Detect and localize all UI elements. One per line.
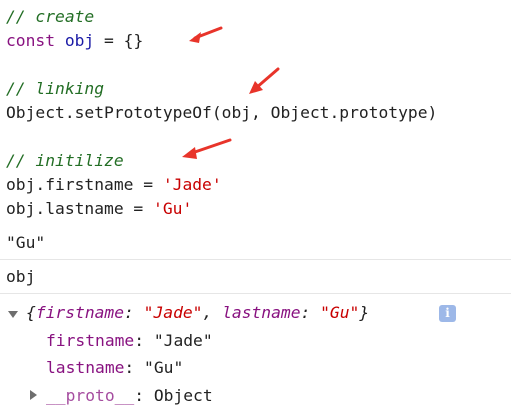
- string-jade: 'Jade': [162, 175, 222, 194]
- summary-comma: ,: [202, 303, 223, 322]
- red-annotation-arrow-icon: [182, 138, 232, 159]
- summary-key-firstname: firstname: [35, 303, 125, 322]
- summary-sep: :: [124, 303, 144, 322]
- var-obj: obj: [64, 31, 95, 50]
- code-line-lastname: obj.lastname = 'Gu': [6, 199, 192, 219]
- summary-value-gu: "Gu": [320, 303, 360, 322]
- expand-triangle-icon[interactable]: [8, 311, 18, 318]
- code-line-const: const obj = {}: [6, 31, 143, 51]
- string-gu: 'Gu': [153, 199, 193, 218]
- prop-row-lastname: lastname: "Gu": [46, 358, 183, 378]
- prop-sep: :: [134, 331, 154, 350]
- summary-value-jade: "Jade": [143, 303, 203, 322]
- proto-value: Object: [153, 386, 213, 405]
- keyword-const: const: [6, 31, 56, 50]
- prop-value: "Jade": [153, 331, 213, 350]
- prop-key: firstname: [46, 331, 135, 350]
- console-input: obj: [6, 267, 36, 286]
- prop-sep: :: [124, 358, 145, 377]
- prop-sep: :: [134, 386, 154, 405]
- object-summary[interactable]: {firstname: "Jade", lastname: "Gu"}: [26, 303, 369, 323]
- red-annotation-arrow-icon: [189, 26, 223, 43]
- assign-empty-object: = {}: [94, 31, 144, 50]
- prop-key: lastname: [46, 358, 125, 377]
- code-line-firstname: obj.firstname = 'Jade': [6, 175, 222, 195]
- info-icon[interactable]: i: [439, 305, 456, 322]
- comment-linking: // linking: [6, 79, 105, 98]
- brace-open: {: [26, 303, 36, 322]
- prop-row-firstname: firstname: "Jade": [46, 331, 213, 351]
- summary-sep: :: [300, 303, 321, 322]
- proto-key: __proto__: [46, 386, 135, 405]
- prop-row-proto[interactable]: __proto__: Object: [46, 386, 213, 406]
- console-divider: [0, 259, 511, 260]
- code-line-setprototype: Object.setPrototypeOf(obj, Object.protot…: [6, 103, 438, 122]
- collapse-triangle-icon[interactable]: [30, 390, 37, 400]
- summary-key-lastname: lastname: [222, 303, 301, 322]
- red-annotation-arrow-icon: [249, 67, 280, 94]
- console-result: "Gu": [6, 233, 46, 252]
- assign-firstname: obj.firstname =: [6, 175, 163, 194]
- brace-close: }: [359, 303, 370, 322]
- assign-lastname: obj.lastname =: [6, 199, 154, 218]
- comment-create: // create: [6, 7, 95, 26]
- prop-value: "Gu": [144, 358, 184, 377]
- console-divider-2: [0, 293, 511, 294]
- comment-initilize: // initilize: [6, 151, 124, 170]
